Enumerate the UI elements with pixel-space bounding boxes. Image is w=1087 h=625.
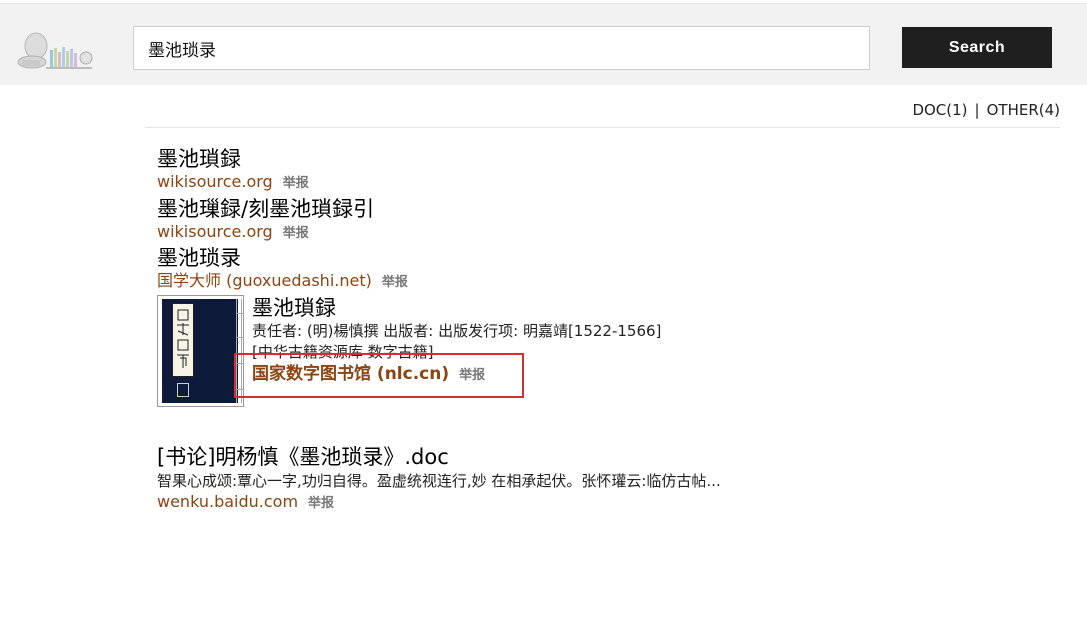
filter-other[interactable]: OTHER(4)	[987, 101, 1060, 119]
search-button[interactable]: Search	[902, 27, 1052, 68]
book-cover	[162, 299, 243, 403]
type-filters: DOC(1) | OTHER(4)	[912, 101, 1060, 119]
result-meta: wenku.baidu.com 举报	[157, 492, 721, 514]
report-link[interactable]: 举报	[382, 275, 408, 290]
result-source-link[interactable]: wikisource.org	[157, 172, 273, 191]
book-cover-image[interactable]	[157, 295, 244, 407]
search-field[interactable]	[133, 26, 870, 70]
report-link[interactable]: 举报	[308, 496, 334, 511]
result-title[interactable]: 墨池瑣録	[252, 295, 661, 321]
report-link[interactable]: 举报	[283, 226, 309, 241]
result-title[interactable]: 墨池璅録/刻墨池瑣録引	[157, 196, 374, 222]
cover-label	[172, 303, 194, 377]
logo-icon	[17, 32, 93, 69]
result-source-link[interactable]: 国家数字图书馆 (nlc.cn)	[252, 364, 449, 384]
doc-result: [书论]明杨慎《墨池琐录》.doc 智果心成颂:覃心一字,功归自得。盈虚统视连行…	[157, 444, 721, 514]
filter-doc[interactable]: DOC(1)	[912, 101, 967, 119]
result-title[interactable]: 墨池瑣録	[157, 146, 309, 172]
result-snippet: 智果心成颂:覃心一字,功归自得。盈虚统视连行,妙 在相承起伏。张怀瓘云:临仿古帖…	[157, 472, 721, 490]
result-meta: 国学大师 (guoxuedashi.net) 举报	[157, 271, 408, 293]
filter-separator: |	[974, 101, 980, 119]
result-title[interactable]: 墨池琐录	[157, 245, 408, 271]
result-item: 墨池璅録/刻墨池瑣録引 wikisource.org 举报	[157, 196, 374, 244]
divider	[145, 127, 1060, 128]
cover-title-glyphs	[177, 309, 189, 368]
report-link[interactable]: 举报	[459, 368, 485, 383]
report-link[interactable]: 举报	[283, 176, 309, 191]
result-item: 墨池瑣録 wikisource.org 举报	[157, 146, 309, 194]
result-source-link[interactable]: wenku.baidu.com	[157, 492, 298, 511]
top-bar: Search	[0, 3, 1087, 85]
result-title[interactable]: [书论]明杨慎《墨池琐录》.doc	[157, 444, 721, 470]
result-description: 责任者: (明)楊慎撰 出版者: 出版发行项: 明嘉靖[1522-1566]	[252, 322, 662, 340]
result-source-link[interactable]: 国学大师 (guoxuedashi.net)	[157, 271, 372, 290]
result-source-line: 国家数字图书馆 (nlc.cn) 举报	[252, 359, 485, 384]
result-meta: wikisource.org 举报	[157, 172, 309, 194]
result-source-link[interactable]: wikisource.org	[157, 222, 273, 241]
result-meta: wikisource.org 举报	[157, 222, 374, 244]
logo[interactable]	[16, 26, 96, 72]
result-item: 墨池琐录 国学大师 (guoxuedashi.net) 举报	[157, 245, 408, 293]
cover-seal	[177, 383, 189, 397]
search-input[interactable]	[134, 27, 869, 69]
